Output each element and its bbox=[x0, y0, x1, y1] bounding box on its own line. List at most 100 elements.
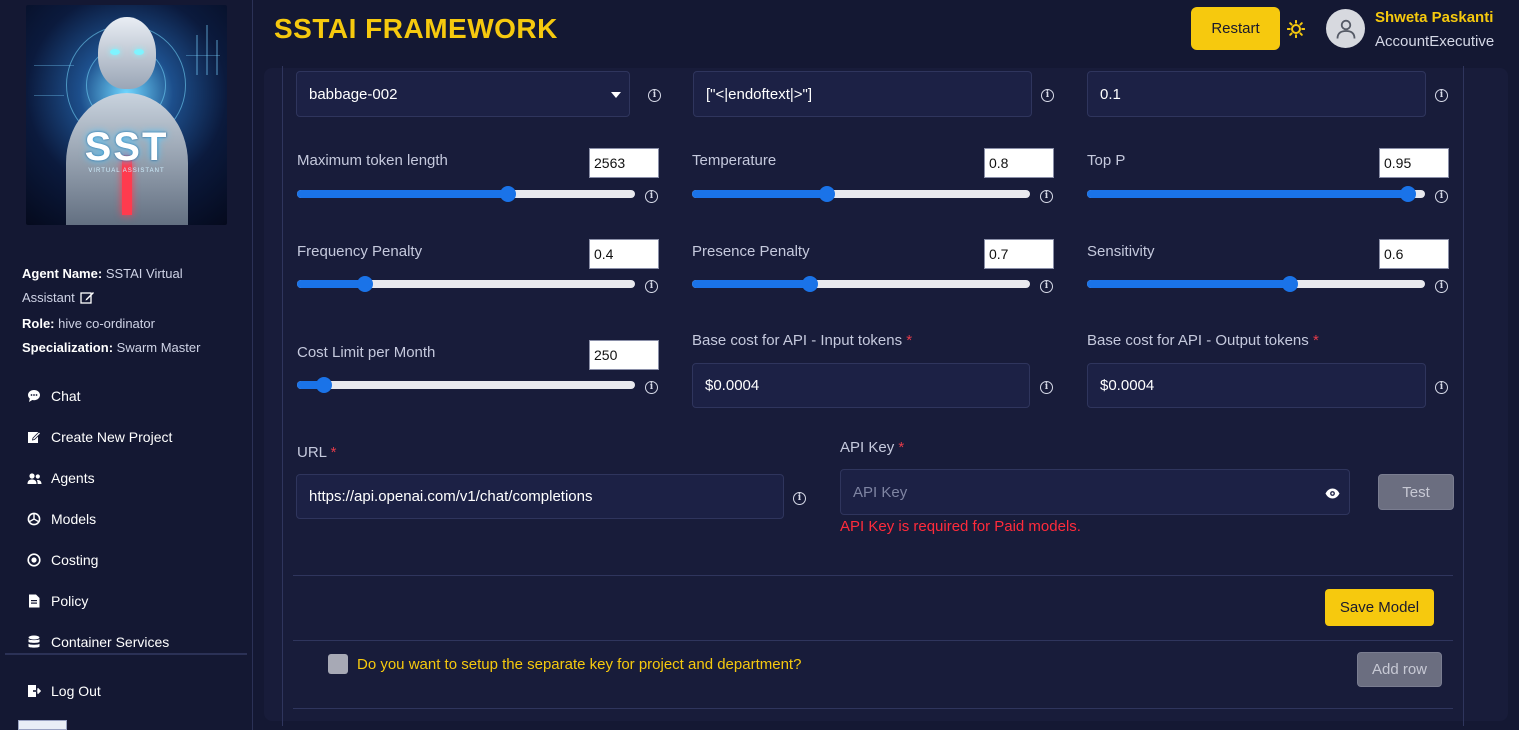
temperature-input[interactable]: 0.8 bbox=[984, 148, 1054, 178]
info-icon[interactable]: i bbox=[645, 280, 658, 293]
logo-text: SST bbox=[84, 125, 169, 169]
sensitivity-input[interactable]: 0.6 bbox=[1379, 239, 1449, 269]
nav-agents[interactable]: Agents bbox=[26, 467, 95, 489]
user-name: Shweta Paskanti bbox=[1375, 9, 1494, 26]
frequency-penalty-slider[interactable] bbox=[297, 276, 635, 292]
nav-logout[interactable]: Log Out bbox=[26, 680, 101, 702]
database-icon bbox=[26, 634, 42, 650]
max-token-label: Maximum token length bbox=[297, 152, 448, 169]
nav-logout-label: Log Out bbox=[51, 683, 101, 699]
temperature-slider[interactable] bbox=[692, 186, 1030, 202]
info-icon[interactable]: i bbox=[1435, 190, 1448, 203]
separate-key-question: Do you want to setup the separate key fo… bbox=[357, 656, 802, 673]
sun-icon[interactable] bbox=[1286, 19, 1306, 43]
model-select[interactable]: babbage-002 bbox=[296, 71, 630, 117]
info-icon[interactable]: i bbox=[793, 492, 806, 505]
cost-limit-input[interactable]: 250 bbox=[589, 340, 659, 370]
frequency-penalty-label: Frequency Penalty bbox=[297, 243, 423, 260]
save-model-button[interactable]: Save Model bbox=[1325, 589, 1434, 626]
nav-costing[interactable]: Costing bbox=[26, 549, 98, 571]
presence-penalty-slider[interactable] bbox=[692, 276, 1030, 292]
test-button[interactable]: Test bbox=[1378, 474, 1454, 510]
slider-thumb[interactable] bbox=[316, 377, 332, 393]
sensitivity-label: Sensitivity bbox=[1087, 243, 1155, 260]
api-key-error: API Key is required for Paid models. bbox=[840, 518, 1081, 535]
logout-icon bbox=[26, 683, 42, 699]
nav-chat[interactable]: Chat bbox=[26, 385, 81, 407]
divider bbox=[293, 708, 1453, 709]
max-token-input[interactable]: 2563 bbox=[589, 148, 659, 178]
agent-avatar-image: SST VIRTUAL ASSISTANT bbox=[26, 5, 227, 225]
nav-container-services[interactable]: Container Services bbox=[26, 631, 169, 653]
stop-sequence-input[interactable]: ["<|endoftext|>"] bbox=[693, 71, 1032, 117]
add-row-button[interactable]: Add row bbox=[1357, 652, 1442, 687]
logo-subtext: VIRTUAL ASSISTANT bbox=[88, 168, 165, 174]
chevron-down-icon bbox=[611, 92, 621, 98]
info-icon[interactable]: i bbox=[645, 190, 658, 203]
eye-icon[interactable] bbox=[1325, 486, 1340, 503]
sidebar: SST VIRTUAL ASSISTANT Agent Name: SSTAI … bbox=[0, 0, 253, 730]
header: SSTAI FRAMEWORK Restart Shweta Paskanti … bbox=[253, 0, 1519, 62]
top-value-input[interactable]: 0.1 bbox=[1087, 71, 1426, 117]
cost-limit-label: Cost Limit per Month bbox=[297, 344, 436, 361]
presence-penalty-label: Presence Penalty bbox=[692, 243, 810, 260]
slider-thumb[interactable] bbox=[357, 276, 373, 292]
divider bbox=[293, 575, 1453, 576]
temperature-label: Temperature bbox=[692, 152, 777, 169]
cost-limit-slider[interactable] bbox=[297, 377, 635, 393]
edit-icon bbox=[26, 429, 42, 445]
user-icon bbox=[1336, 19, 1355, 39]
top-p-input[interactable]: 0.95 bbox=[1379, 148, 1449, 178]
nav-costing-label: Costing bbox=[51, 552, 99, 568]
slider-thumb[interactable] bbox=[1400, 186, 1416, 202]
info-icon[interactable]: i bbox=[1040, 381, 1053, 394]
separate-key-checkbox[interactable] bbox=[328, 654, 348, 674]
nav-container-services-label: Container Services bbox=[51, 634, 170, 650]
top-p-slider[interactable] bbox=[1087, 186, 1425, 202]
nav-create-new-project[interactable]: Create New Project bbox=[26, 426, 172, 448]
info-icon[interactable]: i bbox=[645, 381, 658, 394]
nav-models[interactable]: Models bbox=[26, 508, 96, 530]
nav-models-label: Models bbox=[51, 511, 97, 527]
info-icon[interactable]: i bbox=[1040, 190, 1053, 203]
sidebar-footer-thumbnail bbox=[18, 720, 67, 730]
model-select-value: babbage-002 bbox=[309, 85, 398, 103]
output-cost-label: Base cost for API - Output tokens * bbox=[1087, 332, 1319, 349]
presence-penalty-input[interactable]: 0.7 bbox=[984, 239, 1054, 269]
sensitivity-slider[interactable] bbox=[1087, 276, 1425, 292]
output-cost-value: $0.0004 bbox=[1100, 377, 1155, 394]
info-icon[interactable]: i bbox=[1435, 280, 1448, 293]
avatar[interactable] bbox=[1326, 9, 1365, 48]
app-title: SSTAI FRAMEWORK bbox=[274, 13, 558, 44]
stop-sequence-value: ["<|endoftext|>"] bbox=[706, 85, 813, 103]
role-value: hive co-ordinator bbox=[58, 316, 155, 331]
info-icon[interactable]: i bbox=[1041, 89, 1054, 102]
api-key-input[interactable]: API Key bbox=[840, 469, 1350, 515]
edit-agent-name-icon[interactable] bbox=[80, 288, 95, 312]
slider-thumb[interactable] bbox=[1282, 276, 1298, 292]
slider-thumb[interactable] bbox=[802, 276, 818, 292]
info-icon[interactable]: i bbox=[1040, 280, 1053, 293]
max-token-slider[interactable] bbox=[297, 186, 635, 202]
role-label: Role: bbox=[22, 316, 55, 331]
nav-policy[interactable]: Policy bbox=[26, 590, 88, 612]
restart-button[interactable]: Restart bbox=[1191, 7, 1280, 50]
url-input[interactable]: https://api.openai.com/v1/chat/completio… bbox=[296, 474, 784, 519]
api-key-placeholder: API Key bbox=[853, 483, 908, 501]
info-icon[interactable]: i bbox=[648, 89, 661, 102]
nav-create-new-project-label: Create New Project bbox=[51, 429, 173, 445]
slider-thumb[interactable] bbox=[500, 186, 516, 202]
input-cost-input[interactable]: $0.0004 bbox=[692, 363, 1030, 408]
info-icon[interactable]: i bbox=[1435, 381, 1448, 394]
output-cost-input[interactable]: $0.0004 bbox=[1087, 363, 1426, 408]
nav-agents-label: Agents bbox=[51, 470, 95, 486]
frequency-penalty-input[interactable]: 0.4 bbox=[589, 239, 659, 269]
top-value: 0.1 bbox=[1100, 85, 1121, 103]
coin-icon bbox=[26, 552, 42, 568]
input-cost-value: $0.0004 bbox=[705, 377, 760, 394]
user-role: AccountExecutive bbox=[1375, 33, 1495, 50]
slider-thumb[interactable] bbox=[819, 186, 835, 202]
specialization-label: Specialization: bbox=[22, 340, 114, 355]
url-label: URL * bbox=[297, 444, 337, 461]
info-icon[interactable]: i bbox=[1435, 89, 1448, 102]
